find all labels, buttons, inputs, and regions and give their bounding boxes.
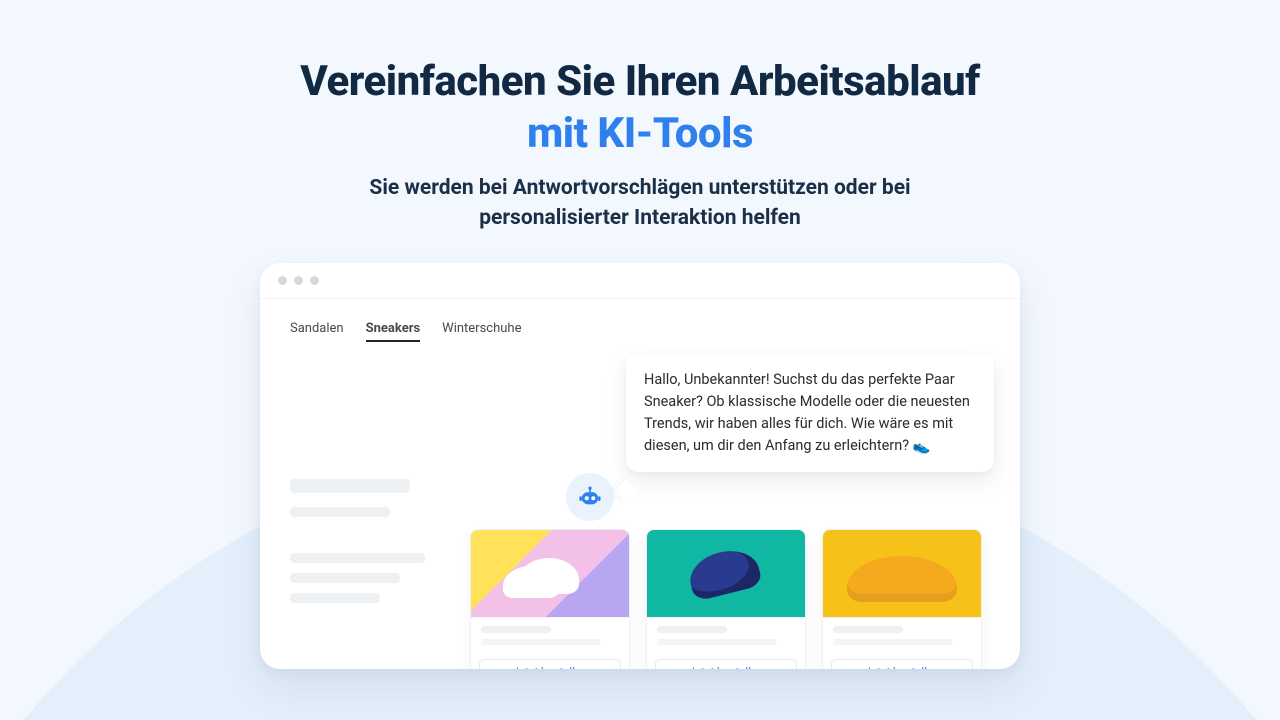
skeleton-line xyxy=(481,626,551,633)
skeleton-line xyxy=(290,507,390,517)
skeleton-line xyxy=(833,626,903,633)
tab-winterschuhe[interactable]: Winterschuhe xyxy=(442,321,521,342)
headline-top: Vereinfachen Sie Ihren Arbeitsablauf xyxy=(300,57,979,106)
product-body xyxy=(647,618,805,651)
product-image xyxy=(647,530,805,618)
browser-titlebar xyxy=(260,263,1020,299)
subtitle-line-2: personalisierter Interaktion helfen xyxy=(479,206,801,230)
product-card[interactable]: Jetzt bestellen xyxy=(822,529,982,669)
product-card[interactable]: Jetzt bestellen xyxy=(646,529,806,669)
category-tabs: Sandalen Sneakers Winterschuhe xyxy=(290,321,990,342)
product-body xyxy=(823,618,981,651)
product-image xyxy=(471,530,629,618)
window-dot xyxy=(294,276,303,285)
skeleton-line xyxy=(657,639,777,645)
skeleton-line xyxy=(481,639,601,645)
chatbot-message-bubble: Hallo, Unbekannter! Suchst du das perfek… xyxy=(626,353,994,472)
headline-accent: mit KI-Tools xyxy=(0,110,1280,158)
skeleton-line xyxy=(290,593,380,603)
filter-skeleton xyxy=(290,479,440,603)
window-dot xyxy=(278,276,287,285)
skeleton-line xyxy=(833,639,953,645)
skeleton-line xyxy=(290,479,410,493)
order-button[interactable]: Jetzt bestellen xyxy=(655,659,797,669)
chatbot-avatar xyxy=(566,473,614,521)
product-image xyxy=(823,530,981,618)
hero-section: Vereinfachen Sie Ihren Arbeitsablauf mit… xyxy=(0,0,1280,233)
sneaker-emoji: 👟 xyxy=(913,436,931,458)
order-button[interactable]: Jetzt bestellen xyxy=(479,659,621,669)
skeleton-line xyxy=(657,626,727,633)
product-card[interactable]: Jetzt bestellen xyxy=(470,529,630,669)
tab-sandalen[interactable]: Sandalen xyxy=(290,321,344,342)
window-dot xyxy=(310,276,319,285)
product-body xyxy=(471,618,629,651)
robot-icon xyxy=(577,484,603,510)
browser-mock: Sandalen Sneakers Winterschuhe Hallo, xyxy=(260,263,1020,669)
skeleton-line xyxy=(290,573,400,583)
product-suggestions: Jetzt bestellen Jetzt bestellen Jetzt be… xyxy=(470,529,982,669)
hero-subtitle: Sie werden bei Antwortvorschlägen unters… xyxy=(0,173,1280,234)
skeleton-line xyxy=(290,553,425,563)
tab-sneakers[interactable]: Sneakers xyxy=(366,321,421,342)
subtitle-line-1: Sie werden bei Antwortvorschlägen unters… xyxy=(369,176,910,200)
order-button[interactable]: Jetzt bestellen xyxy=(831,659,973,669)
hero-headline: Vereinfachen Sie Ihren Arbeitsablauf mit… xyxy=(0,58,1280,159)
browser-content: Sandalen Sneakers Winterschuhe Hallo, xyxy=(260,299,1020,669)
